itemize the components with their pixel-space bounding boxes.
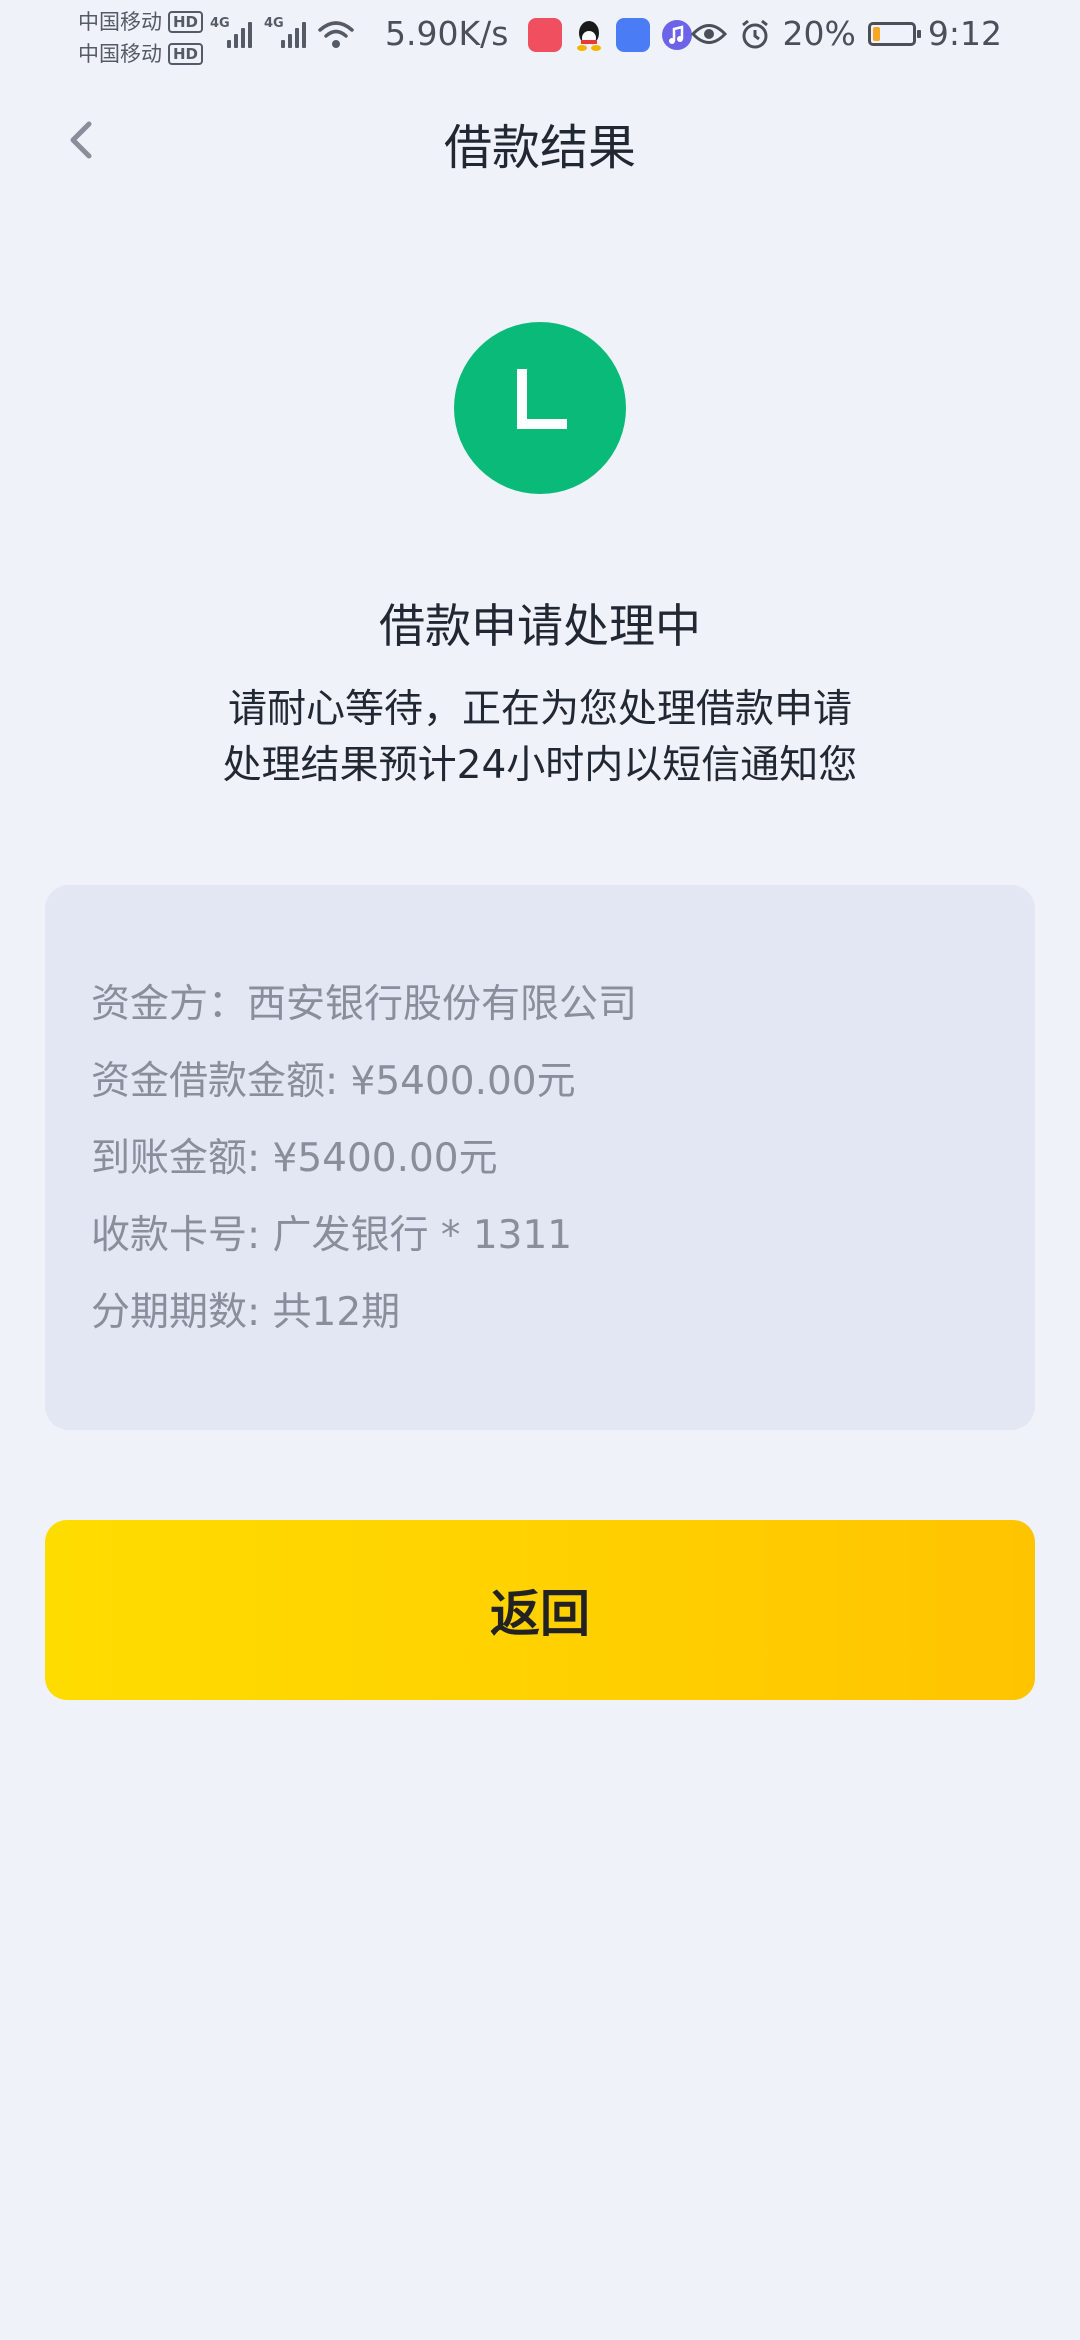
clock-hand-icon xyxy=(517,369,567,429)
signal-indicators: 4G 4G xyxy=(210,16,354,48)
music-icon xyxy=(662,20,692,50)
loan-info-list: 资金方：西安银行股份有限公司 资金借款金额: ¥5400.00元 到账金额: ¥… xyxy=(91,970,637,1355)
carrier-name-2: 中国移动 xyxy=(78,42,162,66)
loan-amount-row: 资金借款金额: ¥5400.00元 xyxy=(91,1059,576,1104)
education-app-icon xyxy=(616,18,650,52)
carrier-info: 中国移动 HD 中国移动 HD xyxy=(78,6,204,70)
status-title: 借款申请处理中 xyxy=(379,599,701,653)
eye-icon xyxy=(690,23,727,44)
battery-level-fill xyxy=(872,26,881,41)
status-bar: 中国移动 HD 中国移动 HD 4G 4G 5.90K/s 20% 9:12 xyxy=(0,0,1080,70)
status-description-line: 处理结果预计24小时内以短信通知您 xyxy=(222,743,858,788)
card-number-row: 收款卡号: 广发银行 * 1311 xyxy=(91,1213,573,1258)
system-status: 20% 9:12 xyxy=(690,14,1002,53)
battery-icon xyxy=(867,21,921,46)
notification-icons xyxy=(528,18,694,52)
wifi-icon xyxy=(318,21,354,48)
return-button[interactable]: 返回 xyxy=(45,1520,1035,1700)
qq-icon xyxy=(577,21,601,51)
app-gallery-icon xyxy=(528,18,562,52)
received-amount-row: 到账金额: ¥5400.00元 xyxy=(91,1136,498,1181)
signal-strength-icon: 4G xyxy=(264,16,308,48)
page-title: 借款结果 xyxy=(443,120,636,176)
funder-row: 资金方：西安银行股份有限公司 xyxy=(91,982,638,1027)
status-description: 请耐心等待，正在为您处理借款申请 处理结果预计24小时内以短信通知您 xyxy=(0,682,1080,794)
installments-row: 分期期数: 共12期 xyxy=(91,1290,401,1335)
hd-badge: HD xyxy=(168,43,204,65)
network-speed: 5.90K/s xyxy=(385,14,509,53)
processing-status-icon xyxy=(454,322,626,494)
clock-time: 9:12 xyxy=(927,14,1002,53)
battery-percent: 20% xyxy=(782,14,856,53)
signal-strength-icon: 4G xyxy=(210,16,254,48)
app-header: 借款结果 xyxy=(0,90,1080,190)
hd-badge: HD xyxy=(168,11,204,33)
status-description-line: 请耐心等待，正在为您处理借款申请 xyxy=(227,687,852,732)
alarm-icon xyxy=(741,19,768,48)
carrier-name-1: 中国移动 xyxy=(78,10,162,34)
